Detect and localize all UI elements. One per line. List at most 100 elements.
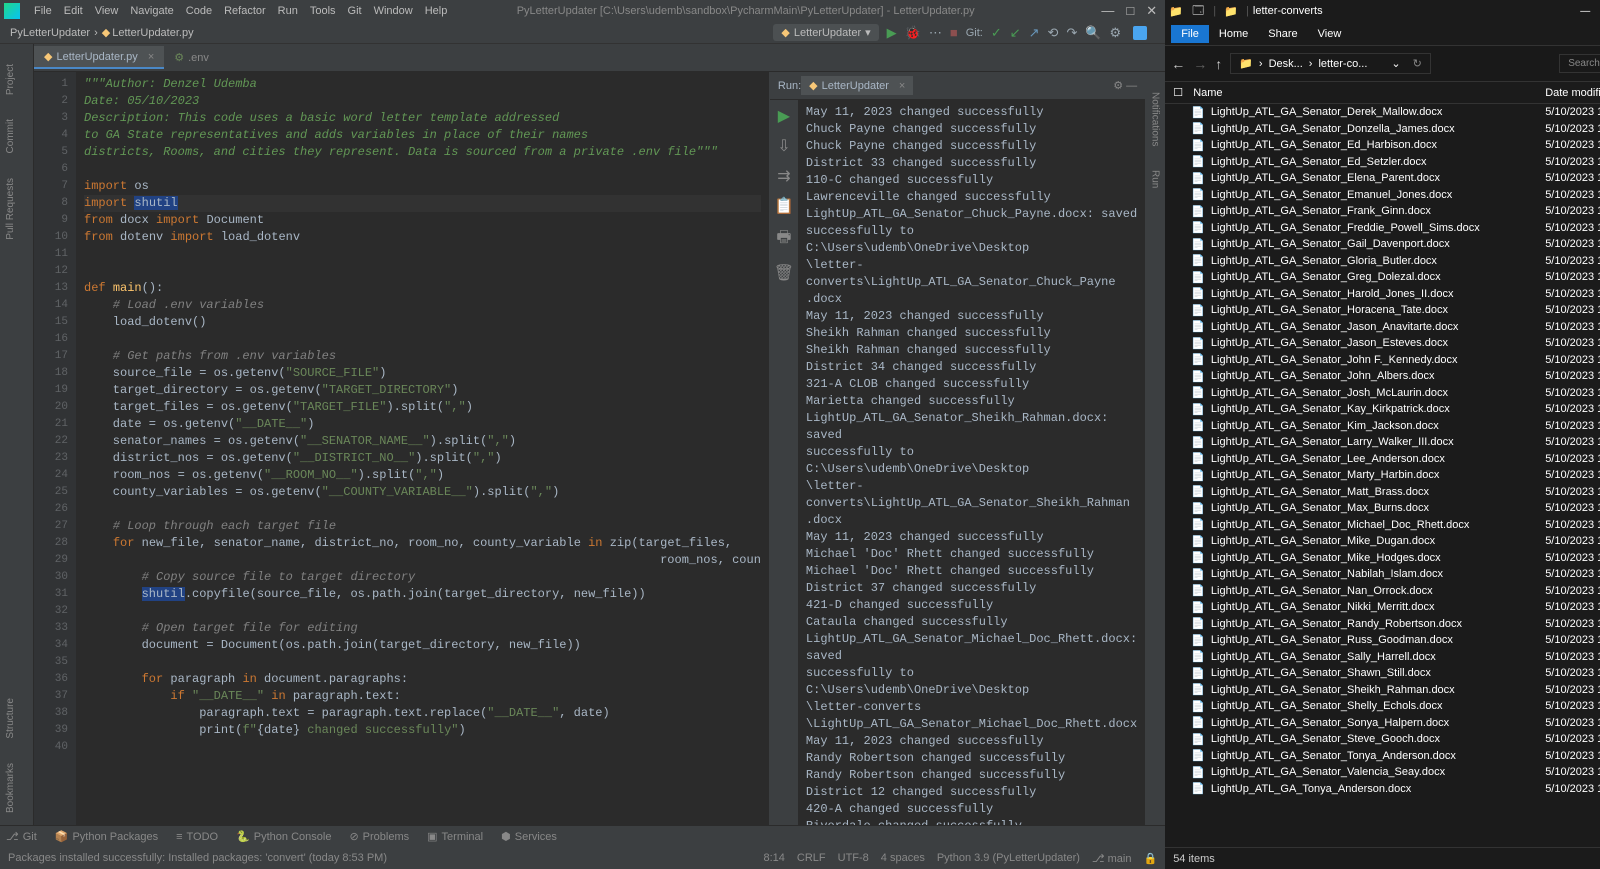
menu-git[interactable]: Git [342,5,368,17]
run-button-icon[interactable]: ▶ [887,25,897,41]
ribbon-share[interactable]: Share [1258,25,1307,43]
file-row[interactable]: 📄LightUp_ATL_GA_Senator_Matt_Brass.docx5… [1165,484,1600,501]
file-row[interactable]: 📄LightUp_ATL_GA_Senator_Nikki_Merritt.do… [1165,599,1600,616]
wrap-icon[interactable]: 📋 [774,196,794,216]
interpreter[interactable]: Python 3.9 (PyLetterUpdater) [937,852,1080,865]
vcs-update-icon[interactable]: ✓ [991,25,1002,41]
file-row[interactable]: 📄LightUp_ATL_GA_Senator_Donzella_James.d… [1165,121,1600,138]
menu-code[interactable]: Code [180,5,218,17]
menu-view[interactable]: View [89,5,125,17]
file-row[interactable]: 📄LightUp_ATL_GA_Senator_Sheikh_Rahman.do… [1165,682,1600,699]
file-row[interactable]: 📄LightUp_ATL_GA_Senator_John F._Kennedy.… [1165,352,1600,369]
menu-help[interactable]: Help [419,5,454,17]
file-row[interactable]: 📄LightUp_ATL_GA_Senator_Horacena_Tate.do… [1165,302,1600,319]
select-all-checkbox[interactable]: ☐ [1165,86,1191,99]
file-row[interactable]: 📄LightUp_ATL_GA_Senator_Sonya_Halpern.do… [1165,715,1600,732]
explorer-icon[interactable]: 🗔 [1187,0,1209,22]
folder-icon[interactable]: 📁 [1165,0,1187,22]
tool-pullrequests[interactable]: Pull Requests [5,178,16,240]
back-icon[interactable]: ← [1171,56,1185,72]
up-icon[interactable]: ↑ [1215,56,1222,72]
file-row[interactable]: 📄LightUp_ATL_GA_Senator_Marty_Harbin.doc… [1165,467,1600,484]
file-row[interactable]: 📄LightUp_ATL_GA_Senator_Ed_Setzler.docx5… [1165,154,1600,171]
file-row[interactable]: 📄LightUp_ATL_GA_Senator_Jason_Anavitarte… [1165,319,1600,336]
file-row[interactable]: 📄LightUp_ATL_GA_Senator_Jason_Esteves.do… [1165,335,1600,352]
print-icon[interactable]: 🖶 [776,226,791,253]
address-bar[interactable]: 📁 › Desk... › letter-co... ⌄ ↻ [1230,53,1431,74]
menu-file[interactable]: File [28,5,58,17]
file-row[interactable]: 📄LightUp_ATL_GA_Senator_Michael_Doc_Rhet… [1165,517,1600,534]
file-row[interactable]: 📄LightUp_ATL_GA_Senator_Russ_Goodman.doc… [1165,632,1600,649]
file-row[interactable]: 📄LightUp_ATL_GA_Senator_Greg_Dolezal.doc… [1165,269,1600,286]
tool-bookmarks[interactable]: Bookmarks [5,763,16,813]
file-row[interactable]: 📄LightUp_ATL_GA_Senator_Mike_Hodges.docx… [1165,550,1600,567]
minimize-icon[interactable]: — [1101,3,1114,19]
close-run-tab-icon[interactable] [893,80,905,92]
file-row[interactable]: 📄LightUp_ATL_GA_Senator_Max_Burns.docx5/… [1165,500,1600,517]
indent[interactable]: 4 spaces [881,852,925,865]
vcs-push-icon[interactable]: ↗ [1029,25,1040,41]
close-icon[interactable]: ✕ [1146,3,1157,19]
file-row[interactable]: 📄LightUp_ATL_GA_Senator_Frank_Ginn.docx5… [1165,203,1600,220]
tool-problems[interactable]: ⊘ Problems [349,830,409,843]
line-sep[interactable]: CRLF [797,852,826,865]
tool-commit[interactable]: Commit [5,119,16,153]
breadcrumb-file[interactable]: LetterUpdater.py [112,27,193,39]
maximize-icon[interactable]: □ [1126,3,1134,19]
stop-icon[interactable]: ■ [950,25,958,40]
file-row[interactable]: 📄LightUp_ATL_GA_Senator_Valencia_Seay.do… [1165,764,1600,781]
file-row[interactable]: 📄LightUp_ATL_GA_Senator_Shawn_Still.docx… [1165,665,1600,682]
close-tab-icon[interactable] [142,51,154,63]
file-row[interactable]: 📄LightUp_ATL_GA_Senator_Tonya_Anderson.d… [1165,748,1600,765]
menu-tools[interactable]: Tools [304,5,342,17]
tool-python-console[interactable]: 🐍 Python Console [236,830,331,843]
file-row[interactable]: 📄LightUp_ATL_GA_Senator_Elena_Parent.doc… [1165,170,1600,187]
code-editor[interactable]: 1234567891011121314151617181920212223242… [34,72,769,825]
file-row[interactable]: 📄LightUp_ATL_GA_Senator_Kim_Jackson.docx… [1165,418,1600,435]
file-row[interactable]: 📄LightUp_ATL_GA_Senator_Larry_Walker_III… [1165,434,1600,451]
lock-icon[interactable]: 🔒 [1143,852,1157,865]
file-row[interactable]: 📄LightUp_ATL_GA_Senator_Josh_McLaurin.do… [1165,385,1600,402]
file-row[interactable]: 📄LightUp_ATL_GA_Senator_Derek_Mallow.doc… [1165,104,1600,121]
tool-todo[interactable]: ≡ TODO [176,831,218,843]
debug-button-icon[interactable]: 🐞 [905,25,921,41]
run-output[interactable]: May 11, 2023 changed successfully Chuck … [798,100,1145,825]
file-row[interactable]: 📄LightUp_ATL_GA_Senator_Randy_Robertson.… [1165,616,1600,633]
run-settings-icon[interactable]: ⚙ — [1113,79,1137,92]
vcs-commit-icon[interactable]: ↙ [1010,25,1021,41]
branch[interactable]: ⎇ main [1092,852,1132,865]
tool-run[interactable]: Run [1150,170,1161,188]
ribbon-home[interactable]: Home [1209,25,1258,43]
file-row[interactable]: 📄LightUp_ATL_GA_Senator_Sally_Harrell.do… [1165,649,1600,666]
settings-icon[interactable]: ⚙ [1110,25,1122,41]
more-run-icon[interactable]: ⋯ [929,25,942,41]
menu-window[interactable]: Window [368,5,419,17]
tab-env[interactable]: ⚙ .env [164,47,219,68]
col-name[interactable]: Name [1191,87,1545,99]
file-row[interactable]: 📄LightUp_ATL_GA_Tonya_Anderson.docx5/10/… [1165,781,1600,798]
breadcrumb-project[interactable]: PyLetterUpdater [10,27,90,39]
file-row[interactable]: 📄LightUp_ATL_GA_Senator_Lee_Anderson.doc… [1165,451,1600,468]
tab-letterupdater[interactable]: ◆ LetterUpdater.py [34,46,164,69]
tool-services[interactable]: ⬢ Services [501,830,557,843]
file-row[interactable]: 📄LightUp_ATL_GA_Senator_Nabilah_Islam.do… [1165,566,1600,583]
file-row[interactable]: 📄LightUp_ATL_GA_Senator_Gail_Davenport.d… [1165,236,1600,253]
encoding[interactable]: UTF-8 [838,852,869,865]
file-row[interactable]: 📄LightUp_ATL_GA_Senator_Shelly_Echols.do… [1165,698,1600,715]
file-row[interactable]: 📄LightUp_ATL_GA_Senator_Kay_Kirkpatrick.… [1165,401,1600,418]
forward-icon[interactable]: → [1193,56,1207,72]
tool-project[interactable]: Project [5,64,16,95]
tool-terminal[interactable]: ▣ Terminal [427,830,483,843]
ribbon-view[interactable]: View [1308,25,1352,43]
file-row[interactable]: 📄LightUp_ATL_GA_Senator_Steve_Gooch.docx… [1165,731,1600,748]
rerun-icon[interactable]: ▶ [778,106,790,126]
file-row[interactable]: 📄LightUp_ATL_GA_Senator_Emanuel_Jones.do… [1165,187,1600,204]
ribbon-file[interactable]: File [1171,25,1209,43]
tool-notifications[interactable]: Notifications [1150,92,1161,146]
menu-navigate[interactable]: Navigate [124,5,179,17]
file-row[interactable]: 📄LightUp_ATL_GA_Senator_Freddie_Powell_S… [1165,220,1600,237]
filter-icon[interactable]: ⇉ [777,166,790,186]
tool-git[interactable]: ⎇ Git [6,830,37,843]
folder-icon-2[interactable]: 📁 [1220,0,1242,22]
file-row[interactable]: 📄LightUp_ATL_GA_Senator_Nan_Orrock.docx5… [1165,583,1600,600]
